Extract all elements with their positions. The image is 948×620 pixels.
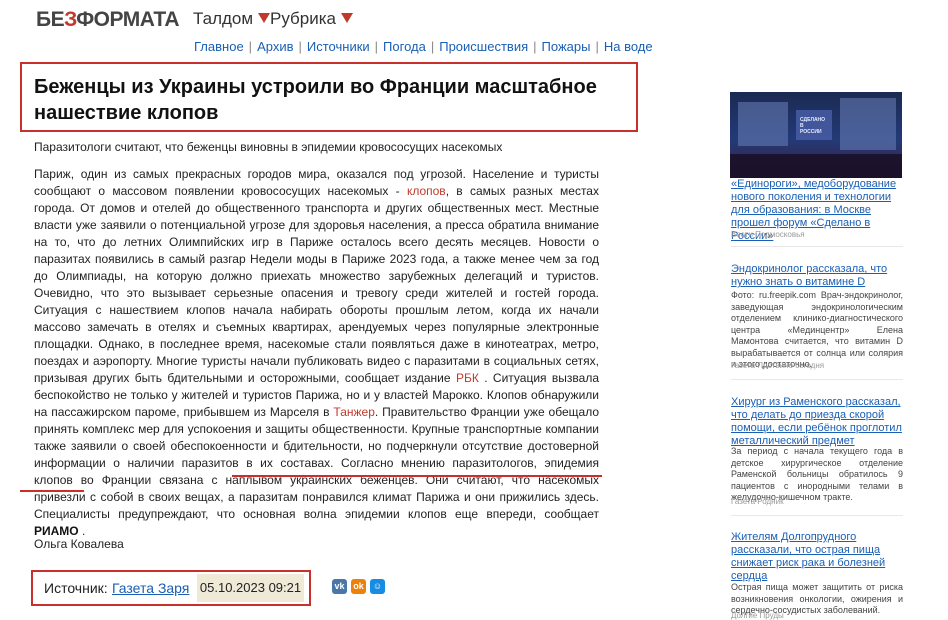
nav-link-incidents[interactable]: Происшествия (439, 39, 528, 54)
logo-part: БЕ (36, 8, 65, 31)
sidebar-divider (731, 246, 903, 247)
sidebar-item-source: Газета Протвино сегодня (731, 361, 825, 370)
screen-shape (738, 102, 788, 146)
source-label: Источник: (44, 580, 108, 596)
triangle-down-icon (258, 13, 271, 23)
sidebar-item-source: Вести Подмосковья (731, 230, 805, 239)
article-title: Беженцы из Украины устроили во Франции м… (34, 76, 597, 124)
nav-separator: | (430, 39, 435, 54)
highlight-underline (20, 490, 84, 492)
sidebar-item-link[interactable]: Эндокринолог рассказала, что нужно знать… (731, 263, 887, 288)
rubric-label: Рубрика (270, 9, 336, 28)
nav-separator: | (533, 39, 537, 54)
city-label: Талдом (193, 9, 254, 28)
article-source-riamo: РИАМО (34, 524, 79, 538)
nav-link-sources[interactable]: Источники (307, 39, 370, 54)
thumbnail-caption: СДЕЛАНО В РОССИИ (800, 117, 826, 135)
rubric-dropdown[interactable]: Рубрика (270, 9, 353, 29)
article-text: . Правительство Франции уже обещало прин… (34, 405, 600, 521)
article-link-rbk[interactable]: РБК (456, 371, 479, 385)
sidebar-item-text: Фото: ru.freepik.com Врач-эндокринолог, … (731, 290, 903, 369)
nav-separator: | (248, 39, 253, 54)
nav-link-water[interactable]: На воде (604, 39, 653, 54)
mymail-share-icon[interactable]: ☺ (370, 579, 385, 594)
article-link-tangier[interactable]: Танжер (333, 405, 374, 419)
floor-shape (730, 154, 902, 178)
nav-separator: | (298, 39, 302, 54)
sidebar-divider (731, 515, 903, 516)
highlight-underline (232, 475, 602, 477)
article-link-bedbugs[interactable]: клопов (407, 184, 446, 198)
sidebar-item-title: Хирург из Раменского рассказал, что дела… (731, 396, 903, 448)
ok-share-icon[interactable]: ok (351, 579, 366, 594)
logo-part: ФОРМАТА (76, 8, 180, 31)
site-logo[interactable]: БЕЗФОРМАТА (36, 8, 180, 32)
article-author: Ольга Ковалева (34, 537, 124, 551)
sidebar-item-link[interactable]: Хирург из Раменского рассказал, что дела… (731, 396, 902, 447)
nav-separator: | (374, 39, 379, 54)
main-nav: Главное | Архив | Источники | Погода | Происшест… (194, 39, 653, 54)
news-thumbnail[interactable]: СДЕЛАНО В РОССИИ (730, 92, 902, 178)
sidebar-item-text: За период с начала текущего года в детск… (731, 446, 903, 502)
article-body: Париж, один из самых прекрасных городов … (34, 166, 599, 540)
article-text: , в самых разных местах города. От домов… (34, 184, 599, 385)
screen-shape (840, 98, 896, 150)
vk-share-icon[interactable]: vk (332, 579, 347, 594)
source-link[interactable]: Газета Заря (112, 580, 189, 596)
sidebar-item-link[interactable]: Жителям Долгопрудного рассказали, что ос… (731, 531, 885, 582)
nav-link-main[interactable]: Главное (194, 39, 244, 54)
sidebar-item-title: Жителям Долгопрудного рассказали, что ос… (731, 531, 903, 583)
sidebar-item-title: Эндокринолог рассказала, что нужно знать… (731, 263, 903, 289)
sidebar-divider (731, 379, 903, 380)
nav-separator: | (595, 39, 599, 54)
nav-link-archive[interactable]: Архив (257, 39, 293, 54)
city-dropdown[interactable]: Талдом (193, 9, 271, 29)
logo-part-accent: З (64, 8, 77, 31)
triangle-down-icon (340, 13, 353, 23)
article-text: . (78, 524, 86, 538)
article-subtitle: Паразитологи считают, что беженцы виновн… (34, 140, 503, 154)
sidebar-item-source: Газета Родник (731, 497, 784, 506)
publish-date: 05.10.2023 09:21 (197, 574, 304, 602)
nav-link-weather[interactable]: Погода (383, 39, 426, 54)
nav-link-fires[interactable]: Пожары (542, 39, 591, 54)
sidebar-item-source: Долгие Пруды (731, 611, 784, 620)
